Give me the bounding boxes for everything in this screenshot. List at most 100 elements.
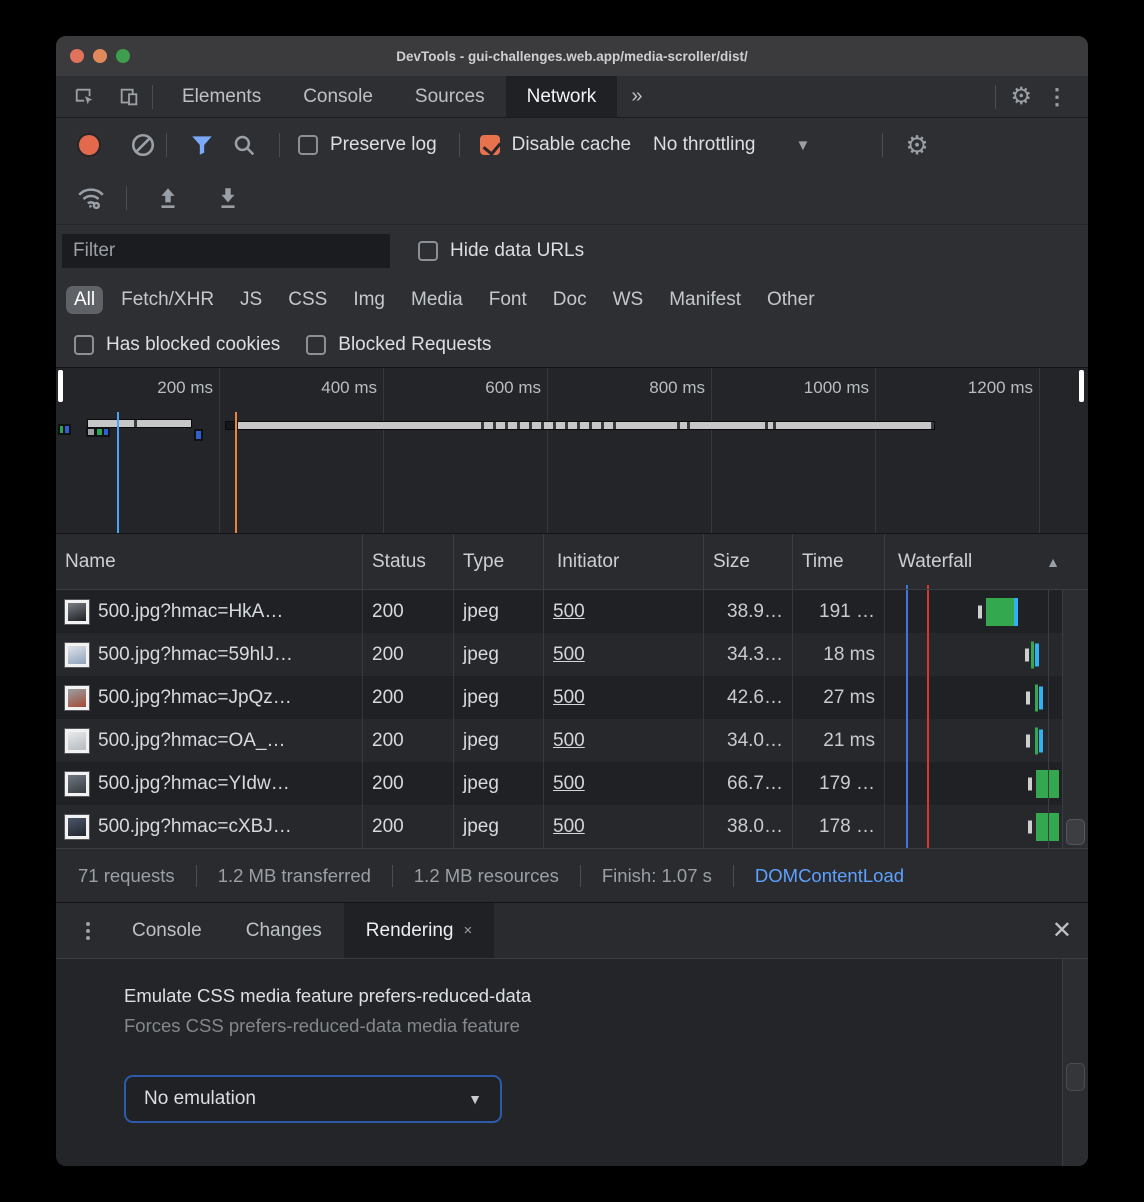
column-header-initiator[interactable]: Initiator xyxy=(544,534,704,589)
overview-mini-block xyxy=(65,426,69,433)
request-name-cell[interactable]: 500.jpg?hmac=59hlJ… xyxy=(56,633,363,676)
type-filter-media[interactable]: Media xyxy=(403,286,471,314)
filter-funnel-icon[interactable] xyxy=(187,130,217,160)
request-row[interactable]: 500.jpg?hmac=JpQz…200jpeg50042.6…27 ms xyxy=(56,676,1088,719)
drawer-tab-rendering[interactable]: Rendering× xyxy=(344,903,494,958)
type-filter-manifest[interactable]: Manifest xyxy=(661,286,749,314)
dom-content-loaded-marker-line xyxy=(117,412,119,533)
drawer-menu-kebab-icon[interactable] xyxy=(66,903,110,958)
initiator-link[interactable]: 500 xyxy=(553,816,585,838)
record-network-log-button[interactable] xyxy=(76,132,102,158)
request-name-cell[interactable]: 500.jpg?hmac=YIdw… xyxy=(56,762,363,805)
more-tabs-chevron[interactable]: » xyxy=(617,76,656,117)
export-har-icon[interactable] xyxy=(213,183,243,213)
column-header-size[interactable]: Size xyxy=(704,534,793,589)
drawer-close-icon[interactable]: ✕ xyxy=(1052,903,1072,958)
request-name-cell[interactable]: 500.jpg?hmac=JpQz… xyxy=(56,676,363,719)
overview-right-handle[interactable] xyxy=(1079,370,1084,402)
time-cell: 27 ms xyxy=(793,676,885,719)
throttling-dropdown-arrow-icon[interactable]: ▼ xyxy=(795,137,810,154)
import-har-icon[interactable] xyxy=(153,183,183,213)
close-tab-icon[interactable]: × xyxy=(463,922,472,939)
overview-mini-block xyxy=(196,431,201,439)
tab-console[interactable]: Console xyxy=(282,76,394,117)
type-cell: jpeg xyxy=(454,590,544,633)
column-header-name[interactable]: Name xyxy=(56,534,363,589)
initiator-link[interactable]: 500 xyxy=(553,730,585,752)
minimize-window-button[interactable] xyxy=(93,49,107,63)
type-filter-other[interactable]: Other xyxy=(759,286,823,314)
network-overview-timeline[interactable]: 200 ms400 ms600 ms800 ms1000 ms1200 ms xyxy=(56,368,1088,534)
request-name-text: 500.jpg?hmac=HkA… xyxy=(98,601,283,623)
initiator-link[interactable]: 500 xyxy=(553,773,585,795)
select-dropdown-arrow-icon: ▼ xyxy=(468,1091,482,1107)
sort-arrow-icon[interactable]: ▲ xyxy=(1046,554,1060,570)
overview-gridline xyxy=(1039,368,1040,533)
initiator-link[interactable]: 500 xyxy=(553,601,585,623)
drawer-tab-changes[interactable]: Changes xyxy=(224,903,344,958)
table-scrollbar-thumb[interactable] xyxy=(1066,819,1085,845)
settings-gear-icon[interactable]: ⚙ xyxy=(1010,85,1032,109)
hide-data-urls-checkbox[interactable] xyxy=(418,241,438,261)
main-menu-kebab-icon[interactable]: ⋮ xyxy=(1038,84,1076,110)
preserve-log-label: Preserve log xyxy=(330,134,437,156)
initiator-link[interactable]: 500 xyxy=(553,644,585,666)
column-header-time[interactable]: Time xyxy=(793,534,885,589)
column-header-waterfall[interactable]: Waterfall▲ xyxy=(885,534,1088,589)
tab-network[interactable]: Network xyxy=(506,76,618,117)
blocked-requests-checkbox[interactable] xyxy=(306,335,326,355)
summary-item: 1.2 MB resources xyxy=(414,865,559,887)
emulation-select-value: No emulation xyxy=(144,1088,256,1110)
overview-left-handle[interactable] xyxy=(58,370,63,402)
zoom-window-button[interactable] xyxy=(116,49,130,63)
device-toolbar-icon[interactable] xyxy=(114,82,144,112)
type-filter-ws[interactable]: WS xyxy=(605,286,652,314)
throttling-select[interactable]: No throttling xyxy=(653,134,755,156)
waterfall-blue-bar xyxy=(1039,729,1043,752)
disable-cache-checkbox[interactable] xyxy=(480,135,500,155)
search-icon[interactable] xyxy=(229,130,259,160)
drawer-scrollbar[interactable] xyxy=(1062,959,1088,1166)
inspect-element-icon[interactable] xyxy=(70,82,100,112)
request-row[interactable]: 500.jpg?hmac=OA_…200jpeg50034.0…21 ms xyxy=(56,719,1088,762)
image-thumbnail xyxy=(65,772,89,796)
type-filter-doc[interactable]: Doc xyxy=(545,286,595,314)
network-conditions-icon[interactable] xyxy=(76,183,106,213)
type-filter-font[interactable]: Font xyxy=(481,286,535,314)
drawer-tab-console[interactable]: Console xyxy=(110,903,224,958)
type-filter-js[interactable]: JS xyxy=(232,286,270,314)
emulation-select[interactable]: No emulation ▼ xyxy=(124,1075,502,1123)
request-row[interactable]: 500.jpg?hmac=59hlJ…200jpeg50034.3…18 ms xyxy=(56,633,1088,676)
type-filter-all[interactable]: All xyxy=(66,286,103,314)
waterfall-green-bar xyxy=(986,598,1014,626)
divider xyxy=(392,865,393,887)
tab-elements[interactable]: Elements xyxy=(161,76,282,117)
filter-input[interactable] xyxy=(62,234,390,268)
type-filter-css[interactable]: CSS xyxy=(280,286,335,314)
image-thumbnail xyxy=(65,643,89,667)
overview-gridline xyxy=(383,368,384,533)
request-row[interactable]: 500.jpg?hmac=YIdw…200jpeg50066.7…179 … xyxy=(56,762,1088,805)
preserve-log-checkbox[interactable] xyxy=(298,135,318,155)
request-name-cell[interactable]: 500.jpg?hmac=HkA… xyxy=(56,590,363,633)
has-blocked-cookies-checkbox[interactable] xyxy=(74,335,94,355)
column-header-type[interactable]: Type xyxy=(454,534,544,589)
column-header-status[interactable]: Status xyxy=(363,534,454,589)
type-filter-img[interactable]: Img xyxy=(345,286,393,314)
initiator-link[interactable]: 500 xyxy=(553,687,585,709)
network-settings-gear-icon[interactable]: ⚙ xyxy=(905,132,928,158)
request-row[interactable]: 500.jpg?hmac=HkA…200jpeg50038.9…191 … xyxy=(56,590,1088,633)
waterfall-cell xyxy=(885,590,1088,633)
request-row[interactable]: 500.jpg?hmac=cXBJ…200jpeg50038.0…178 … xyxy=(56,805,1088,848)
table-scrollbar[interactable] xyxy=(1062,590,1088,848)
clear-network-log-icon[interactable] xyxy=(128,130,158,160)
request-name-cell[interactable]: 500.jpg?hmac=cXBJ… xyxy=(56,805,363,848)
close-window-button[interactable] xyxy=(70,49,84,63)
tab-sources[interactable]: Sources xyxy=(394,76,506,117)
time-cell: 179 … xyxy=(793,762,885,805)
window-title: DevTools - gui-challenges.web.app/media-… xyxy=(56,49,1088,64)
request-name-cell[interactable]: 500.jpg?hmac=OA_… xyxy=(56,719,363,762)
type-filter-fetch-xhr[interactable]: Fetch/XHR xyxy=(113,286,222,314)
drawer-scrollbar-thumb[interactable] xyxy=(1066,1063,1085,1091)
waterfall-blue-bar xyxy=(1014,598,1018,626)
